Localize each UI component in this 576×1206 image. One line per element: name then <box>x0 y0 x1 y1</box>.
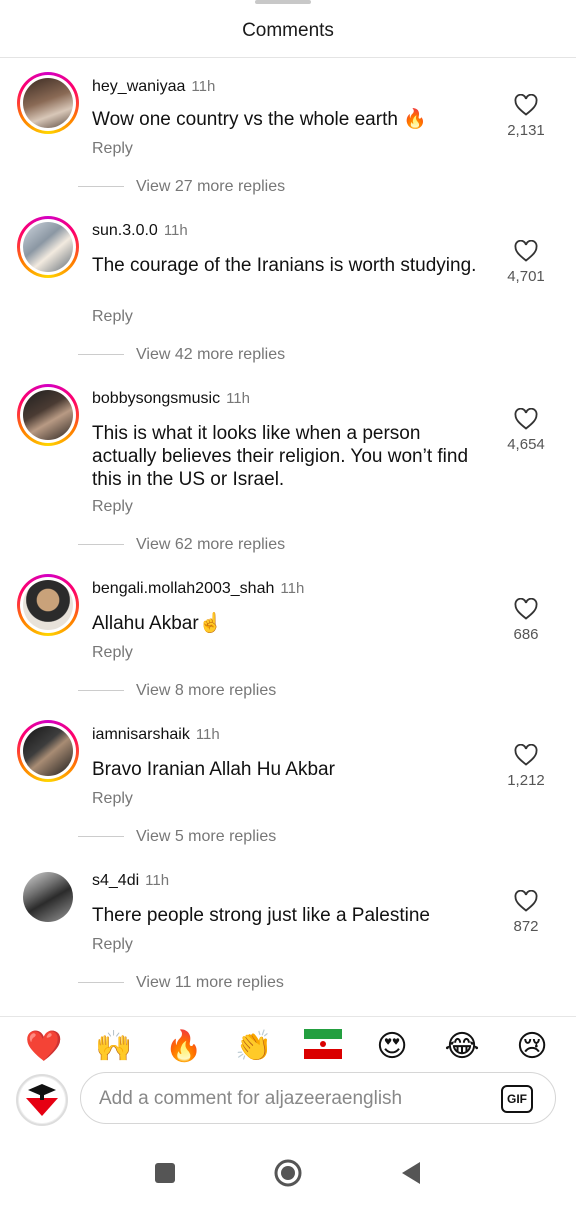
comment-input-container: GIF <box>80 1072 556 1124</box>
back-triangle-icon[interactable] <box>396 1158 426 1188</box>
comment-username[interactable]: bobbysongsmusic <box>92 390 220 407</box>
reply-button[interactable]: Reply <box>92 308 133 326</box>
view-replies-label: View 8 more replies <box>136 682 277 699</box>
reply-button[interactable]: Reply <box>92 140 133 158</box>
comment-time: 11h <box>191 78 216 95</box>
view-replies-button[interactable]: View 42 more replies <box>78 346 285 364</box>
circle-icon[interactable] <box>273 1158 303 1188</box>
view-replies-label: View 42 more replies <box>136 346 286 363</box>
reply-button[interactable]: Reply <box>92 936 133 954</box>
graduation-cap-icon <box>19 1077 65 1123</box>
avatar[interactable] <box>17 720 79 782</box>
emoji-heart-eyes[interactable]: 😍 <box>372 1029 412 1065</box>
like-button[interactable]: 686 <box>496 598 556 643</box>
divider <box>0 57 576 58</box>
avatar[interactable] <box>17 574 79 636</box>
like-button[interactable]: 4,701 <box>496 240 556 285</box>
comment-text: Wow one country vs the whole earth 🔥 <box>92 109 427 130</box>
heart-icon <box>514 408 538 430</box>
system-nav-bar <box>0 1140 576 1206</box>
comments-sheet: Comments hey_waniyaa 11h Wow one country … <box>0 0 576 1206</box>
divider <box>78 690 124 692</box>
emoji-fire[interactable]: 🔥 <box>164 1029 204 1065</box>
divider <box>78 836 124 838</box>
comment-input[interactable] <box>99 1085 499 1113</box>
view-replies-label: View 5 more replies <box>136 828 277 845</box>
comment-time: 11h <box>163 222 188 239</box>
avatar[interactable] <box>17 72 79 134</box>
comment-username[interactable]: hey_waniyaa <box>92 78 185 95</box>
heart-icon <box>514 240 538 262</box>
comment-time: 11h <box>280 580 305 597</box>
avatar[interactable] <box>17 866 79 928</box>
comment-time: 11h <box>226 390 250 407</box>
comment-username[interactable]: sun.3.0.0 <box>92 222 158 239</box>
comment-time: 11h <box>195 726 220 743</box>
divider <box>78 982 124 984</box>
divider <box>78 354 124 356</box>
view-replies-label: View 27 more replies <box>136 178 286 195</box>
like-count: 686 <box>513 626 539 643</box>
avatar[interactable] <box>17 216 79 278</box>
emoji-red-heart[interactable]: ❤️ <box>24 1029 64 1065</box>
view-replies-button[interactable]: View 11 more replies <box>78 974 284 992</box>
emoji-iran-flag[interactable] <box>303 1029 343 1068</box>
view-replies-button[interactable]: View 8 more replies <box>78 682 276 700</box>
emoji-raising-hands[interactable]: 🙌 <box>94 1029 134 1065</box>
comment-time: 11h <box>145 872 170 889</box>
page-title: Comments <box>242 20 334 41</box>
view-replies-button[interactable]: View 62 more replies <box>78 536 285 554</box>
heart-icon <box>514 744 538 766</box>
drag-handle[interactable] <box>255 0 311 4</box>
comment-username[interactable]: s4_4di <box>92 872 139 889</box>
gif-button[interactable]: GIF <box>501 1085 533 1113</box>
heart-icon <box>514 598 538 620</box>
emoji-crying-face[interactable]: 😢 <box>512 1029 552 1065</box>
like-count: 4,701 <box>507 268 545 285</box>
heart-icon <box>514 94 538 116</box>
reply-button[interactable]: Reply <box>92 644 133 662</box>
iran-flag-icon <box>304 1029 342 1059</box>
heart-icon <box>514 890 538 912</box>
divider <box>78 544 124 546</box>
comment-username[interactable]: bengali.mollah2003_shah <box>92 580 274 597</box>
view-replies-button[interactable]: View 5 more replies <box>78 828 276 846</box>
like-button[interactable]: 1,212 <box>496 744 556 789</box>
emoji-clapping-hands[interactable]: 👏 <box>234 1029 274 1065</box>
comment-text: Allahu Akbar☝️ <box>92 613 223 634</box>
emoji-tears-of-joy[interactable]: 😂 <box>442 1029 482 1065</box>
like-button[interactable]: 2,131 <box>496 94 556 139</box>
comment-text: Bravo Iranian Allah Hu Akbar <box>92 759 335 780</box>
like-button[interactable]: 872 <box>496 890 556 935</box>
comment-text: There people strong just like a Palestin… <box>92 905 430 926</box>
square-icon[interactable] <box>150 1158 180 1188</box>
view-replies-label: View 62 more replies <box>136 536 286 553</box>
divider <box>78 186 124 188</box>
like-button[interactable]: 4,654 <box>496 408 556 453</box>
like-count: 4,654 <box>507 436 545 453</box>
comment-text: The courage of the Iranians is worth stu… <box>92 255 477 276</box>
comment-username[interactable]: iamnisarshaik <box>92 726 190 743</box>
like-count: 2,131 <box>507 122 545 139</box>
like-count: 872 <box>513 918 539 935</box>
view-replies-button[interactable]: View 27 more replies <box>78 178 285 196</box>
view-replies-label: View 11 more replies <box>136 974 284 991</box>
reply-button[interactable]: Reply <box>92 498 133 516</box>
like-count: 1,212 <box>507 772 545 789</box>
comment-composer: GIF <box>0 1068 576 1130</box>
comment-text: This is what it looks like when a person… <box>92 423 469 490</box>
avatar[interactable] <box>16 1074 68 1126</box>
avatar[interactable] <box>17 384 79 446</box>
reply-button[interactable]: Reply <box>92 790 133 808</box>
